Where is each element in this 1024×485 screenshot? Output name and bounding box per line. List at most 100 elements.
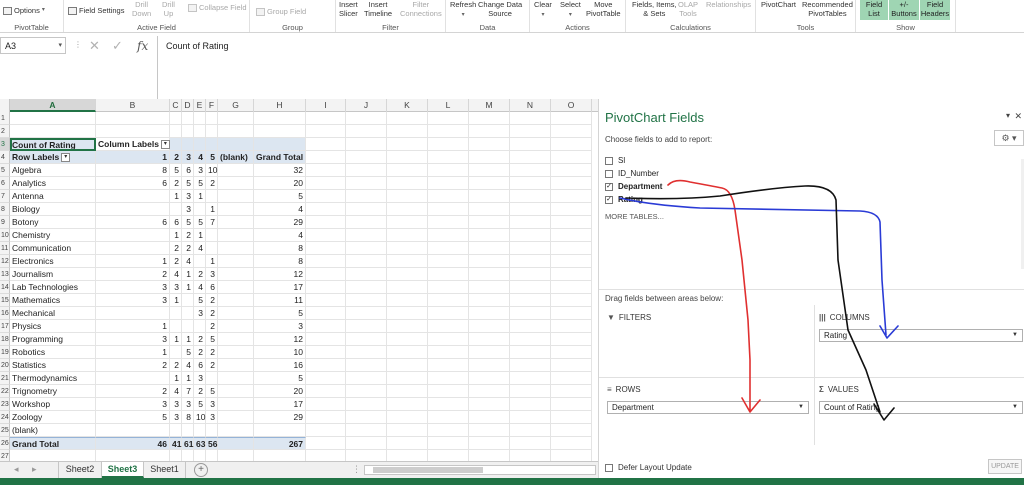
cell[interactable] xyxy=(428,281,469,294)
pivot-value[interactable] xyxy=(218,177,254,190)
pivot-value[interactable]: 6 xyxy=(194,359,206,372)
cell[interactable] xyxy=(551,125,592,138)
cell[interactable] xyxy=(510,229,551,242)
row-header[interactable]: 20 xyxy=(0,359,10,372)
cell[interactable] xyxy=(469,359,510,372)
pivot-value[interactable] xyxy=(218,307,254,320)
rows-area[interactable]: ≡ ROWS Department ▼ xyxy=(603,381,813,461)
cell[interactable] xyxy=(306,411,346,424)
more-tables-link[interactable]: MORE TABLES... xyxy=(605,212,664,221)
cell[interactable] xyxy=(428,307,469,320)
cell[interactable] xyxy=(469,411,510,424)
pivot-value[interactable]: 1 xyxy=(182,268,194,281)
cell[interactable] xyxy=(428,268,469,281)
cell[interactable] xyxy=(387,281,428,294)
pivot-value[interactable]: 3 xyxy=(96,398,170,411)
pivot-value[interactable] xyxy=(182,320,194,333)
grand-total-value[interactable]: 267 xyxy=(254,437,306,450)
cell[interactable] xyxy=(428,125,469,138)
pivot-value[interactable]: 4 xyxy=(194,242,206,255)
refresh-button[interactable]: Refresh ▾ xyxy=(450,0,476,20)
values-field-pill[interactable]: Count of Rating ▼ xyxy=(819,401,1023,414)
cell[interactable] xyxy=(218,112,254,125)
cell[interactable] xyxy=(306,385,346,398)
row-header[interactable]: 9 xyxy=(0,216,10,229)
pivot-value[interactable]: 17 xyxy=(254,398,306,411)
cell[interactable] xyxy=(346,203,387,216)
row-header[interactable]: 17 xyxy=(0,320,10,333)
insert-function-icon[interactable]: fx xyxy=(137,39,148,53)
pivot-value[interactable] xyxy=(218,372,254,385)
pivot-value[interactable]: 1 xyxy=(182,333,194,346)
cell[interactable] xyxy=(306,437,346,450)
pivot-value[interactable] xyxy=(182,424,194,437)
cell[interactable] xyxy=(306,450,346,461)
pivot-value[interactable]: 1 xyxy=(96,346,170,359)
cell[interactable] xyxy=(551,398,592,411)
cell[interactable] xyxy=(387,450,428,461)
cell[interactable] xyxy=(510,411,551,424)
grand-total-value[interactable] xyxy=(218,437,254,450)
pivot-value[interactable]: 8 xyxy=(96,164,170,177)
cell[interactable] xyxy=(387,242,428,255)
pivot-value[interactable]: 6 xyxy=(96,177,170,190)
pivot-row-label[interactable]: Journalism xyxy=(10,268,96,281)
cell[interactable] xyxy=(510,372,551,385)
row-header[interactable]: 18 xyxy=(0,333,10,346)
pivot-value[interactable] xyxy=(206,424,218,437)
cell[interactable] xyxy=(510,307,551,320)
chevron-down-icon[interactable]: ▼ xyxy=(1012,330,1018,341)
pivot-row-label[interactable]: Biology xyxy=(10,203,96,216)
pivot-value[interactable]: 2 xyxy=(170,255,182,268)
column-header-m[interactable]: M xyxy=(469,99,510,112)
cell[interactable] xyxy=(346,138,387,151)
prev-sheet-icon[interactable]: ◂ xyxy=(14,464,19,475)
cell[interactable] xyxy=(469,255,510,268)
insert-slicer-button[interactable]: Insert Slicer xyxy=(339,0,358,18)
pivot-row-label[interactable]: Electronics xyxy=(10,255,96,268)
cell[interactable] xyxy=(346,333,387,346)
cell[interactable] xyxy=(510,203,551,216)
cell[interactable] xyxy=(551,177,592,190)
pivot-value[interactable]: 1 xyxy=(182,372,194,385)
pivot-row-label[interactable]: Mathematics xyxy=(10,294,96,307)
pivot-value[interactable]: 3 xyxy=(96,333,170,346)
pivotchart-button[interactable]: PivotChart xyxy=(761,0,796,9)
cell[interactable] xyxy=(346,346,387,359)
cell[interactable] xyxy=(218,125,254,138)
pivot-value[interactable]: 3 xyxy=(194,307,206,320)
cell[interactable] xyxy=(551,437,592,450)
grand-total-value[interactable]: 46 xyxy=(96,437,170,450)
pivot-header-cell[interactable]: 4 xyxy=(194,151,206,164)
cell[interactable] xyxy=(346,190,387,203)
cell[interactable] xyxy=(346,216,387,229)
column-header-j[interactable]: J xyxy=(346,99,387,112)
select-button[interactable]: Select ▾ xyxy=(560,0,581,20)
cell[interactable] xyxy=(387,268,428,281)
cell[interactable] xyxy=(469,242,510,255)
column-header-c[interactable]: C xyxy=(170,99,182,112)
move-pivottable-button[interactable]: Move PivotTable xyxy=(586,0,621,18)
pivot-value[interactable]: 1 xyxy=(170,333,182,346)
pivot-value[interactable] xyxy=(218,242,254,255)
cell[interactable] xyxy=(510,216,551,229)
sheet-tab-sheet3[interactable]: Sheet3 xyxy=(102,462,144,478)
cell[interactable] xyxy=(469,164,510,177)
cell[interactable] xyxy=(428,164,469,177)
pivot-value[interactable]: 8 xyxy=(182,411,194,424)
cell[interactable] xyxy=(346,424,387,437)
pivot-value[interactable]: 1 xyxy=(182,281,194,294)
pivot-value[interactable]: 2 xyxy=(96,385,170,398)
pivot-value[interactable] xyxy=(218,385,254,398)
cell[interactable] xyxy=(10,450,96,461)
pivot-value[interactable]: 3 xyxy=(194,372,206,385)
row-header[interactable]: 7 xyxy=(0,190,10,203)
cell[interactable] xyxy=(346,411,387,424)
cell[interactable] xyxy=(510,177,551,190)
pivot-value[interactable]: 2 xyxy=(206,294,218,307)
row-header[interactable]: 4 xyxy=(0,151,10,164)
pivot-header-cell[interactable]: 1 xyxy=(96,151,170,164)
cell[interactable] xyxy=(387,437,428,450)
cell[interactable] xyxy=(306,281,346,294)
column-header-o[interactable]: O xyxy=(551,99,592,112)
